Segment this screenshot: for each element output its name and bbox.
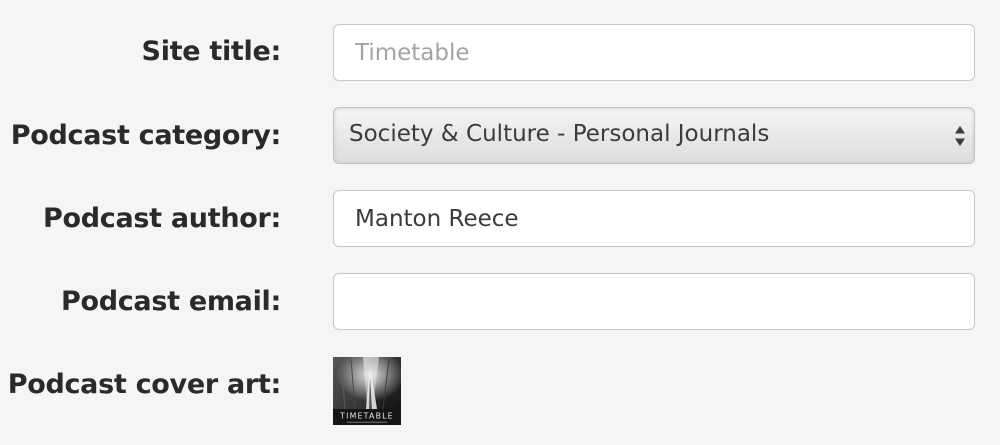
podcast-author-input[interactable]: [333, 190, 975, 247]
podcast-category-selected-value: Society & Culture - Personal Journals: [349, 121, 770, 147]
podcast-author-label: Podcast author:: [43, 203, 281, 234]
site-title-label: Site title:: [141, 36, 282, 67]
podcast-category-label: Podcast category:: [10, 120, 282, 151]
podcast-cover-art-label: Podcast cover art:: [7, 369, 282, 400]
podcast-category-select[interactable]: Society & Culture - Personal Journals: [333, 107, 975, 164]
cover-art-title-text: TIMETABLE: [339, 412, 394, 421]
podcast-email-input[interactable]: [333, 273, 975, 330]
site-title-input[interactable]: [333, 24, 975, 81]
podcast-cover-art-image[interactable]: TIMETABLE: [333, 357, 401, 425]
podcast-email-label: Podcast email:: [60, 286, 281, 317]
up-down-arrows-icon: [955, 126, 965, 146]
